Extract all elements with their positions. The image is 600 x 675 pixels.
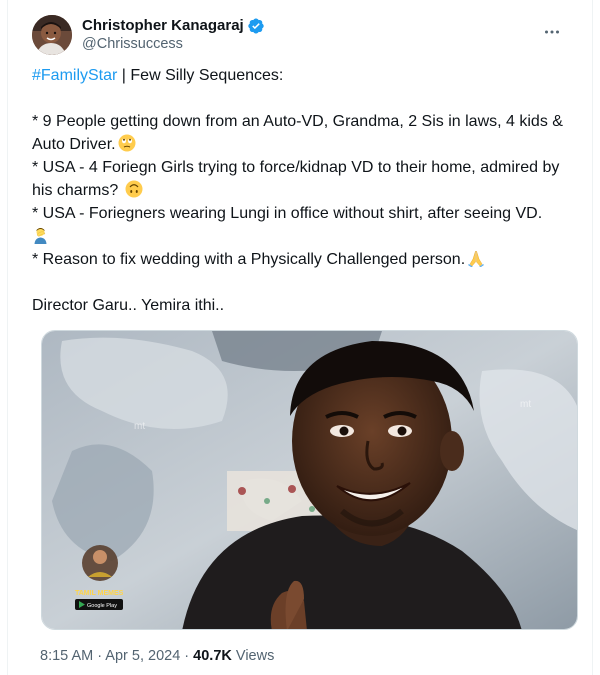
folded-hands-emoji-icon — [468, 250, 485, 267]
tweet-header: Christopher Kanagaraj @Chrissuccess — [32, 14, 576, 56]
tweet-line-3: * USA - Foriegners wearing Lungi in offi… — [32, 202, 580, 248]
tweet-meta: 8:15 AM · Apr 5, 2024 · 40.7K Views — [40, 646, 274, 666]
tweet-media-photo[interactable]: mt mt TAMIL MEMES Google Play — [41, 330, 578, 630]
photo-of-smiling-man: mt mt TAMIL MEMES Google Play — [42, 331, 577, 629]
watermark-mt-left: mt — [134, 421, 145, 432]
watermark-logo-text: TAMIL MEMES — [75, 590, 124, 597]
meta-separator-1: · — [93, 648, 106, 664]
views-count: 40.7K — [193, 648, 232, 664]
meta-separator-2: · — [180, 648, 194, 664]
more-options-button[interactable] — [540, 20, 564, 44]
tweet-line-1: * 9 People getting down from an Auto-VD,… — [32, 110, 580, 156]
author-avatar[interactable] — [32, 15, 72, 55]
author-display-name[interactable]: Christopher Kanagaraj — [82, 16, 244, 35]
face-with-rolling-eyes-emoji-icon — [118, 134, 136, 152]
tweet-line-4-text: * Reason to fix wedding with a Physicall… — [32, 251, 466, 268]
tweet-timestamp-link[interactable]: 8:15 AM · Apr 5, 2024 — [40, 648, 180, 664]
tweet-card: Christopher Kanagaraj @Chrissuccess #Fam… — [7, 0, 593, 675]
tweet-intro: #FamilyStar | Few Silly Sequences: — [32, 64, 580, 87]
tweet-line-2-text: * USA - 4 Foriegn Girls trying to force/… — [32, 159, 560, 199]
author-name-row: Christopher Kanagaraj — [82, 16, 265, 35]
author-handle[interactable]: @Chrissuccess — [82, 35, 265, 54]
tweet-closing: Director Garu.. Yemira ithi.. — [32, 297, 225, 314]
man-facepalming-emoji-icon — [34, 228, 47, 244]
tweet-time: 8:15 AM — [40, 648, 94, 664]
tweet-line-4: * Reason to fix wedding with a Physicall… — [32, 248, 580, 271]
watermark-google-play-text: Google Play — [87, 603, 117, 609]
watermark-mt-right: mt — [520, 399, 531, 410]
views-label: Views — [231, 648, 275, 664]
hashtag-link[interactable]: #FamilyStar — [32, 67, 117, 84]
upside-down-face-emoji-icon — [125, 180, 143, 198]
tweet-line-2: * USA - 4 Foriegn Girls trying to force/… — [32, 156, 580, 202]
verified-badge-icon[interactable] — [247, 17, 265, 35]
tweet-date: Apr 5, 2024 — [105, 648, 181, 664]
author-info: Christopher Kanagaraj @Chrissuccess — [82, 16, 265, 54]
tweet-line-3-text: * USA - Foriegners wearing Lungi in offi… — [32, 205, 543, 222]
tweet-intro-text: | Few Silly Sequences: — [117, 67, 284, 84]
tweet-line-1-text: * 9 People getting down from an Auto-VD,… — [32, 113, 563, 153]
tweet-text: #FamilyStar | Few Silly Sequences: * 9 P… — [32, 64, 580, 317]
more-horizontal-icon — [545, 30, 559, 34]
